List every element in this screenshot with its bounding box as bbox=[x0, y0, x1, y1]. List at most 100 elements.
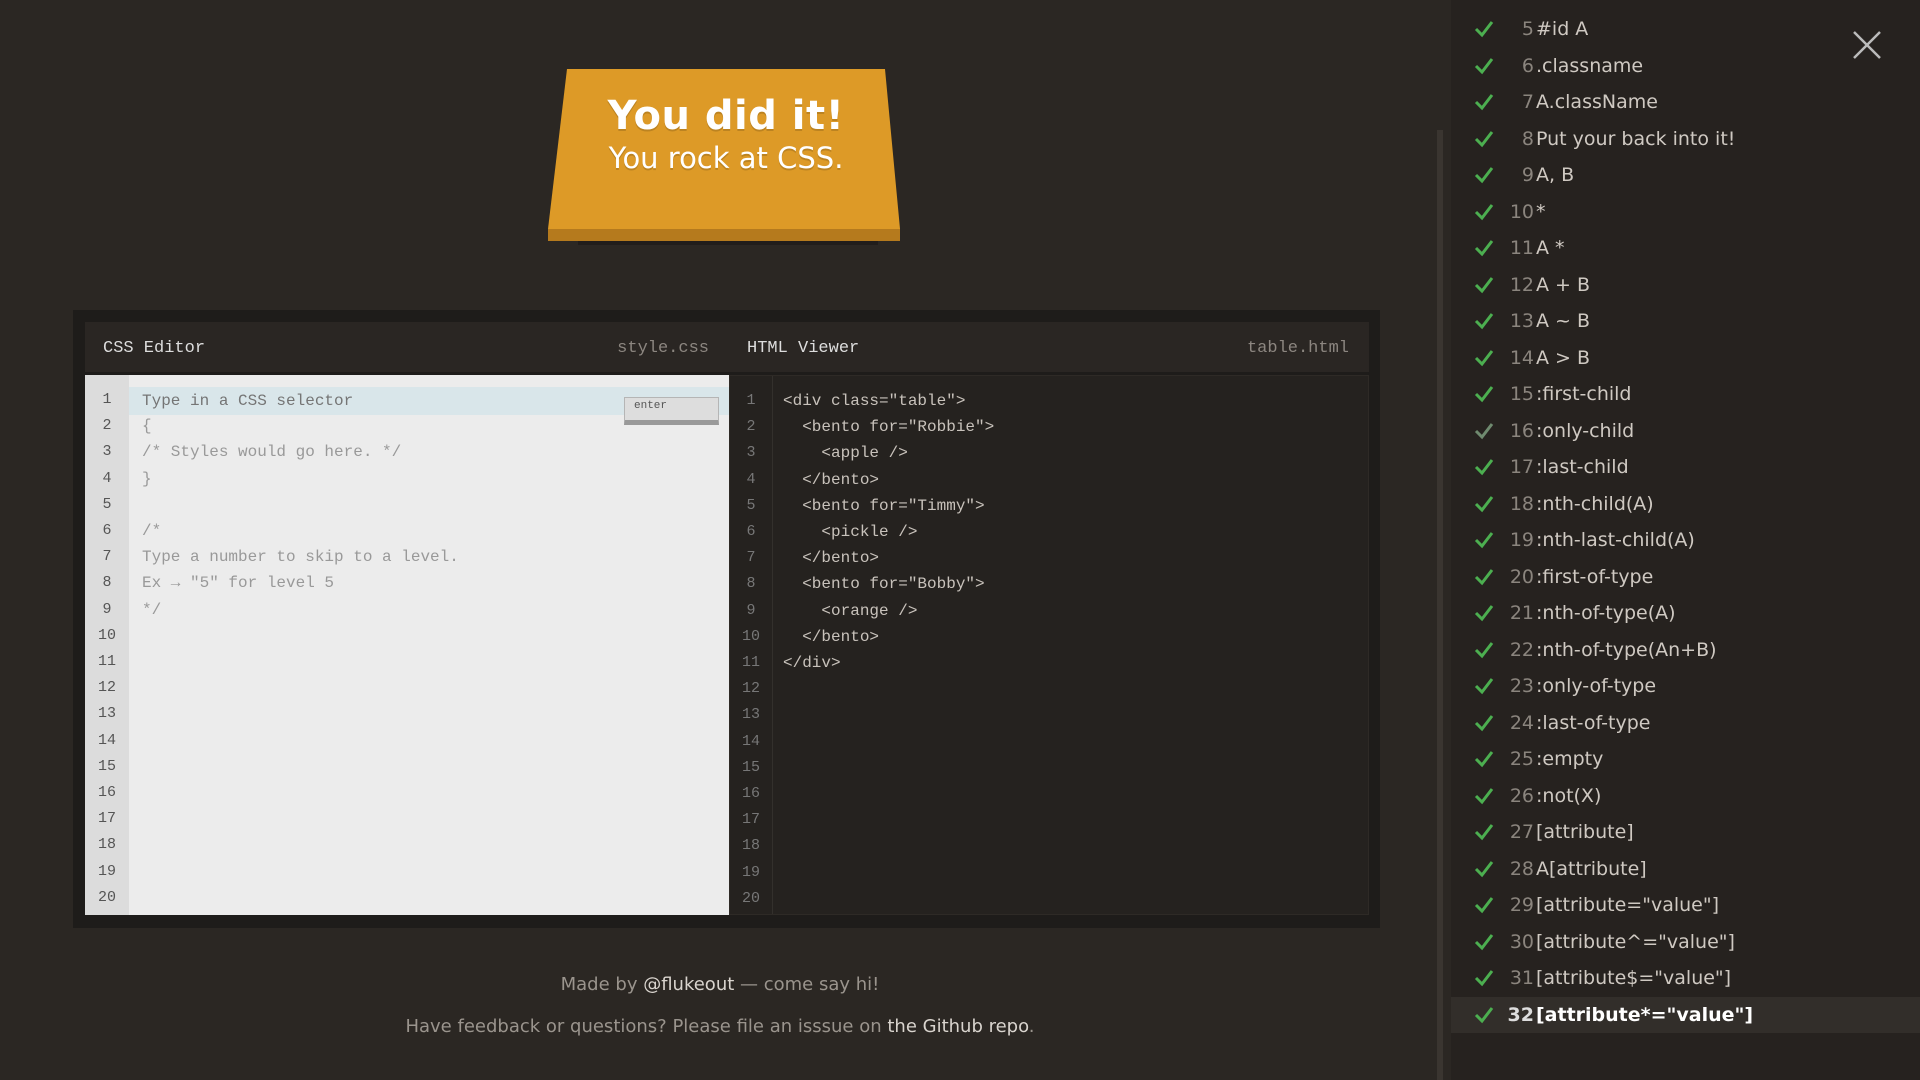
level-item-12[interactable]: 12 A + B bbox=[1451, 267, 1920, 303]
check-icon bbox=[1474, 21, 1494, 38]
line-number: 10 bbox=[97, 626, 116, 644]
level-item-31[interactable]: 31 [attribute$="value"] bbox=[1451, 960, 1920, 996]
level-name: :nth-child(A) bbox=[1536, 492, 1654, 515]
flukeout-link[interactable]: @flukeout bbox=[643, 974, 734, 995]
level-item-23[interactable]: 23:only-of-type bbox=[1451, 668, 1920, 704]
css-code-line: } bbox=[142, 469, 152, 488]
github-repo-link[interactable]: the Github repo bbox=[887, 1016, 1028, 1037]
level-name: A ~ B bbox=[1536, 310, 1591, 332]
level-number: 31 bbox=[1509, 967, 1534, 989]
html-viewer-body: 1 2 3 4 5 6 7 8 9 10 11 12 13 14 15 16 17 18 19 20 <div cla… bbox=[729, 375, 1369, 915]
level-name: A * bbox=[1536, 237, 1565, 259]
line-number: 12 bbox=[741, 680, 760, 698]
html-code-line: <div class="table"> bbox=[783, 392, 966, 410]
html-code-line: </bento> bbox=[783, 627, 880, 646]
level-name: [attribute] bbox=[1536, 821, 1634, 843]
check-icon bbox=[1474, 787, 1494, 804]
level-item-30[interactable]: 30 [attribute^="value"] bbox=[1451, 924, 1920, 960]
level-name: :only-child bbox=[1536, 419, 1635, 442]
line-number: 16 bbox=[97, 784, 116, 801]
check-icon bbox=[1474, 57, 1494, 74]
level-number: 30 bbox=[1509, 930, 1534, 953]
level-item-25[interactable]: 25:empty bbox=[1451, 741, 1920, 777]
level-item-32[interactable]: 32 [attribute*="value"] bbox=[1451, 996, 1920, 1033]
level-name: .classname bbox=[1536, 54, 1644, 77]
level-name: [attribute^="value"] bbox=[1536, 930, 1735, 953]
line-number: 3 bbox=[746, 444, 756, 462]
level-item-17[interactable]: 17:last-child bbox=[1451, 449, 1920, 485]
check-icon bbox=[1474, 459, 1494, 476]
level-item-9[interactable]: 9 A, B bbox=[1451, 157, 1920, 193]
feedback-text: Have feedback or questions? Please file … bbox=[0, 1016, 1440, 1037]
line-number: 11 bbox=[97, 653, 116, 670]
line-number: 20 bbox=[741, 889, 760, 907]
level-number: 5 bbox=[1521, 18, 1534, 40]
level-number: 29 bbox=[1509, 894, 1534, 916]
css-line-numbers: 1 2 3 4 5 6 7 8 9 10 11 12 13 14 15 16 17 18 19 20 bbox=[85, 375, 129, 915]
level-name: A, B bbox=[1536, 164, 1575, 186]
check-icon bbox=[1474, 751, 1494, 768]
success-banner: You did it! You rock at CSS. bbox=[548, 69, 904, 249]
level-item-26[interactable]: 26:not(X) bbox=[1451, 778, 1920, 814]
level-number: 27 bbox=[1509, 821, 1534, 843]
html-code-line: <bento for="Bobby"> bbox=[783, 575, 985, 594]
level-name: A[attribute] bbox=[1536, 857, 1647, 880]
level-item-8[interactable]: 8 Put your back into it! bbox=[1451, 121, 1920, 157]
level-item-11[interactable]: 11 A * bbox=[1451, 230, 1920, 266]
level-item-10[interactable]: 10 * bbox=[1451, 194, 1920, 230]
level-item-7[interactable]: 7 A.className bbox=[1451, 84, 1920, 120]
level-item-14[interactable]: 14 A > B bbox=[1451, 340, 1920, 376]
banner-subtitle: You rock at CSS. bbox=[608, 141, 844, 175]
html-code-line: <bento for="Robbie"> bbox=[783, 418, 995, 437]
line-number: 4 bbox=[746, 470, 756, 488]
level-item-16[interactable]: 16:only-child bbox=[1451, 413, 1920, 449]
css-editor-body: 1234567891011121314151617181920 enter {/… bbox=[85, 375, 729, 915]
html-code-line: <orange /> bbox=[783, 601, 918, 620]
check-icon bbox=[1474, 313, 1494, 330]
level-item-22[interactable]: 22:nth-of-type(An+B) bbox=[1451, 632, 1920, 668]
level-item-29[interactable]: 29 [attribute="value"] bbox=[1451, 887, 1920, 923]
level-item-20[interactable]: 20:first-of-type bbox=[1451, 559, 1920, 595]
made-by-suffix: — come say hi! bbox=[734, 974, 880, 995]
line-number: 1 bbox=[746, 392, 756, 409]
level-item-19[interactable]: 19:nth-last-child(A) bbox=[1451, 522, 1920, 558]
level-item-18[interactable]: 18:nth-child(A) bbox=[1451, 486, 1920, 522]
level-name: :empty bbox=[1536, 748, 1604, 770]
line-number: 18 bbox=[741, 837, 760, 855]
level-item-15[interactable]: 15:first-child bbox=[1451, 376, 1920, 412]
line-number: 14 bbox=[97, 731, 116, 749]
level-number: 20 bbox=[1509, 565, 1534, 588]
line-number: 13 bbox=[97, 705, 116, 723]
level-item-27[interactable]: 27 [attribute] bbox=[1451, 814, 1920, 850]
enter-button[interactable]: enter bbox=[624, 397, 719, 425]
level-number: 12 bbox=[1509, 273, 1534, 296]
level-item-24[interactable]: 24:last-of-type bbox=[1451, 705, 1920, 741]
level-number: 26 bbox=[1509, 784, 1534, 807]
line-number: 7 bbox=[746, 549, 756, 567]
html-code-line: <bento for="Timmy"> bbox=[783, 496, 985, 515]
line-number: 6 bbox=[746, 523, 756, 540]
page-scrollbar[interactable] bbox=[1437, 130, 1443, 1080]
level-item-28[interactable]: 28 A[attribute] bbox=[1451, 851, 1920, 887]
line-number: 19 bbox=[741, 863, 760, 881]
line-number: 17 bbox=[97, 810, 116, 828]
css-code-line: { bbox=[142, 417, 152, 436]
line-number: 15 bbox=[97, 757, 116, 775]
css-input-row: enter bbox=[129, 387, 729, 425]
level-name: :not(X) bbox=[1536, 784, 1602, 807]
check-icon bbox=[1474, 970, 1494, 987]
level-number: 15 bbox=[1509, 383, 1534, 405]
level-name: Put your back into it! bbox=[1536, 127, 1736, 150]
level-item-21[interactable]: 21:nth-of-type(A) bbox=[1451, 595, 1920, 631]
level-item-13[interactable]: 13 A ~ B bbox=[1451, 303, 1920, 339]
level-number: 28 bbox=[1509, 857, 1534, 880]
line-number: 17 bbox=[741, 811, 760, 829]
line-number: 10 bbox=[741, 627, 760, 645]
line-number: 8 bbox=[102, 574, 112, 592]
line-number: 9 bbox=[102, 600, 112, 618]
css-selector-input[interactable] bbox=[142, 387, 602, 415]
level-name: :nth-last-child(A) bbox=[1536, 529, 1695, 551]
close-icon[interactable] bbox=[1850, 28, 1884, 62]
line-number: 12 bbox=[97, 679, 116, 697]
made-by-text: Made by @flukeout — come say hi! bbox=[0, 974, 1440, 995]
